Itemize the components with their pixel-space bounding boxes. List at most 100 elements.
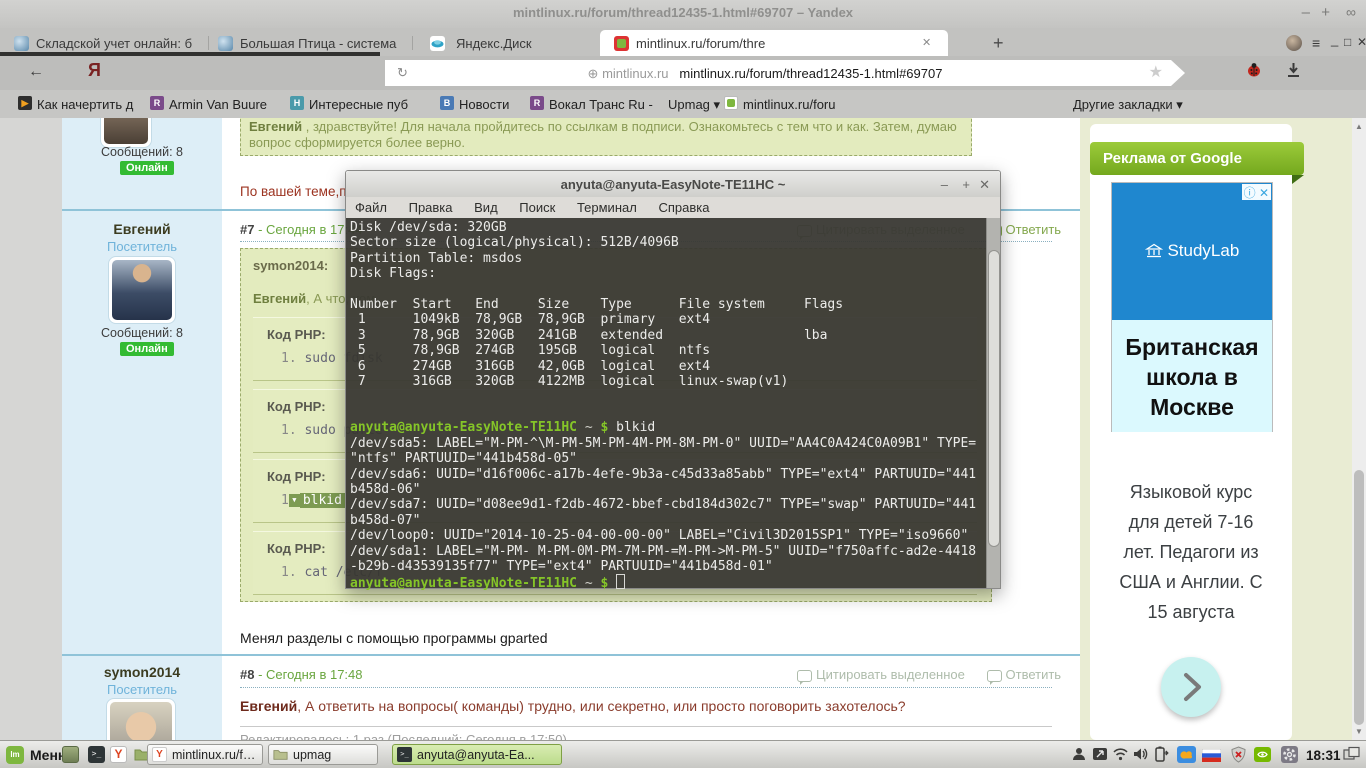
profile-avatar[interactable] (1286, 35, 1302, 51)
address-bar[interactable]: ↻ ⊕ mintlinux.ru mintlinux.ru/forum/thre… (385, 60, 1185, 86)
terminal-icon: >_ (397, 747, 412, 762)
menu-terminal[interactable]: Терминал (568, 197, 646, 215)
bookmark-item[interactable]: Armin Van Buure (169, 97, 267, 112)
clock[interactable]: 18:31 (1306, 748, 1341, 763)
ad-headline-line: Британская (1112, 332, 1272, 362)
terminal-window: anyuta@anyuta-EasyNote-TE11HC ~ – + ✕ Фа… (345, 170, 1001, 589)
bookmark-item[interactable]: Новости (459, 97, 509, 112)
menu-edit[interactable]: Правка (400, 197, 462, 215)
quoted-author: symon2014: (253, 258, 328, 273)
close-icon[interactable]: ✕ (1357, 35, 1366, 49)
v-icon: В (440, 96, 454, 110)
code-label: Код PHP: (267, 541, 326, 556)
yandex-logo[interactable]: Я (88, 60, 101, 81)
menu-file[interactable]: Файл (346, 197, 396, 215)
tab-close-icon[interactable]: ✕ (922, 36, 931, 49)
address-text: ⊕ mintlinux.ru mintlinux.ru/forum/thread… (385, 66, 1145, 82)
menu-search[interactable]: Поиск (510, 197, 564, 215)
user-tray-icon[interactable] (1071, 746, 1088, 763)
terminal-maximize-button[interactable]: + (962, 177, 970, 192)
taskbar-window-upmag[interactable]: upmag (268, 744, 378, 765)
terminal-scrollbar-thumb[interactable] (988, 250, 1000, 547)
edited-note: Редактировалось: 1 раз (Последний: Сегод… (240, 726, 1052, 740)
terminal-launcher-icon[interactable]: >_ (88, 746, 105, 763)
bookmark-item[interactable]: Как начертить д (37, 97, 133, 112)
taskbar-window-mintlinux[interactable]: Y mintlinux.ru/foru... (147, 744, 263, 765)
terminal-scrollbar[interactable] (986, 218, 1000, 588)
terminal-minimize-button[interactable]: – (941, 177, 948, 192)
terminal-close-button[interactable]: ✕ (979, 177, 990, 193)
terminal-body[interactable]: Disk /dev/sda: 320GB Sector size (logica… (346, 218, 1000, 588)
scrollbar-thumb[interactable] (1354, 470, 1364, 725)
bookmark-item[interactable]: mintlinux.ru/foru (743, 97, 835, 112)
n-icon: Н (290, 96, 304, 110)
battery-tray-icon[interactable] (1153, 746, 1170, 763)
author-role: Посетитель (62, 682, 222, 697)
volume-tray-icon[interactable] (1132, 746, 1149, 763)
reply-button[interactable]: Ответить (987, 667, 1062, 682)
ru-keyboard-flag-icon[interactable] (1202, 749, 1222, 766)
ad-brand: StudyLab (1112, 241, 1272, 261)
window-button-label: upmag (293, 748, 373, 762)
tab-label: Яндекс.Диск (456, 36, 532, 51)
terminal-output[interactable]: Disk /dev/sda: 320GB Sector size (logica… (346, 218, 1000, 592)
show-desktop-icon[interactable] (62, 746, 79, 763)
titlebar-minimize-button[interactable]: – (1302, 4, 1310, 21)
nvidia-tray-icon[interactable] (1254, 746, 1271, 763)
settings-gear-tray-icon[interactable] (1281, 746, 1298, 763)
r-icon: R (150, 96, 164, 110)
ad-next-button[interactable] (1161, 657, 1221, 717)
other-bookmarks-button[interactable]: Другие закладки ▾ (1073, 97, 1183, 113)
window-button-label: anyuta@anyuta-Ea... (417, 748, 557, 762)
mintlinux-favicon (724, 96, 738, 110)
back-button[interactable]: ← (28, 63, 44, 81)
browser-menu-icon[interactable]: ≡ (1312, 35, 1320, 51)
desktop: mintlinux.ru/forum/thread12435-1.html#69… (0, 0, 1366, 768)
touchpad-tray-icon[interactable] (1092, 746, 1109, 763)
titlebar-restore-button[interactable]: + (1321, 4, 1330, 21)
window-list-tray-icon[interactable] (1343, 746, 1360, 763)
status-badge: Онлайн (120, 342, 174, 356)
minimize-icon[interactable]: _ (1331, 32, 1338, 47)
ad-banner[interactable]: ⓘ ✕ StudyLab (1111, 182, 1273, 322)
bookmarks-bar: ▶ Как начертить д R Armin Van Buure Н Ин… (0, 90, 1366, 119)
shield-tray-icon[interactable] (1230, 746, 1247, 763)
taskbar-window-terminal[interactable]: >_ anyuta@anyuta-Ea... (392, 744, 562, 765)
code-label: Код PHP: (267, 469, 326, 484)
tab-mintlinux-active[interactable]: mintlinux.ru/forum/thre ✕ (600, 30, 948, 56)
maximize-icon[interactable]: □ (1344, 35, 1351, 49)
code-label: Код PHP: (267, 327, 326, 342)
bookmark-star-icon[interactable]: ★ (1149, 62, 1163, 82)
bookmark-item[interactable]: Интересные пуб (309, 97, 408, 112)
browser-scrollbar[interactable]: ▲ ▼ (1352, 118, 1366, 740)
wifi-tray-icon[interactable] (1112, 746, 1129, 763)
avatar (100, 118, 152, 148)
yandex-disk-tray-icon[interactable] (1177, 746, 1197, 763)
download-icon[interactable] (1286, 62, 1301, 83)
menu-help[interactable]: Справка (649, 197, 718, 215)
tab-label: mintlinux.ru/forum/thre (636, 36, 765, 51)
chevron-down-icon[interactable]: ▼ (289, 494, 300, 507)
terminal-titlebar[interactable]: anyuta@anyuta-EasyNote-TE11HC ~ – + ✕ (346, 171, 1000, 198)
scroll-down-icon[interactable]: ▼ (1352, 727, 1366, 736)
browser-toolbar: ← Я ↻ ⊕ mintlinux.ru mintlinux.ru/forum/… (0, 56, 1366, 90)
quote-selected-button[interactable]: Цитировать выделенное (797, 667, 965, 682)
r-icon: R (530, 96, 544, 110)
bookmark-item[interactable]: Вокал Транс Ru - (549, 97, 653, 112)
author-role: Посетитель (62, 239, 222, 254)
scroll-up-icon[interactable]: ▲ (1352, 122, 1366, 131)
ladybug-icon[interactable] (1246, 62, 1262, 78)
menu-view[interactable]: Вид (465, 197, 507, 215)
globe-icon: ⊕ (588, 66, 603, 81)
new-tab-button[interactable]: + (985, 30, 1015, 56)
ad-info-icon[interactable]: ⓘ (1244, 186, 1256, 200)
tab-yandex-disk[interactable]: Яндекс.Диск (416, 30, 596, 56)
ad-close-icon[interactable]: ✕ (1259, 186, 1269, 200)
mint-menu-icon[interactable]: lm (6, 746, 24, 764)
message-count: Сообщений: 8 (62, 326, 222, 340)
bookmark-folder-upmag[interactable]: Upmag ▾ (668, 97, 720, 113)
tab-favicon (14, 36, 29, 51)
terminal-title: anyuta@anyuta-EasyNote-TE11HC ~ (346, 177, 1000, 192)
ad-headline-box[interactable]: Британская школа в Москве (1111, 320, 1273, 432)
yandex-launcher-icon[interactable]: Y (110, 746, 127, 763)
